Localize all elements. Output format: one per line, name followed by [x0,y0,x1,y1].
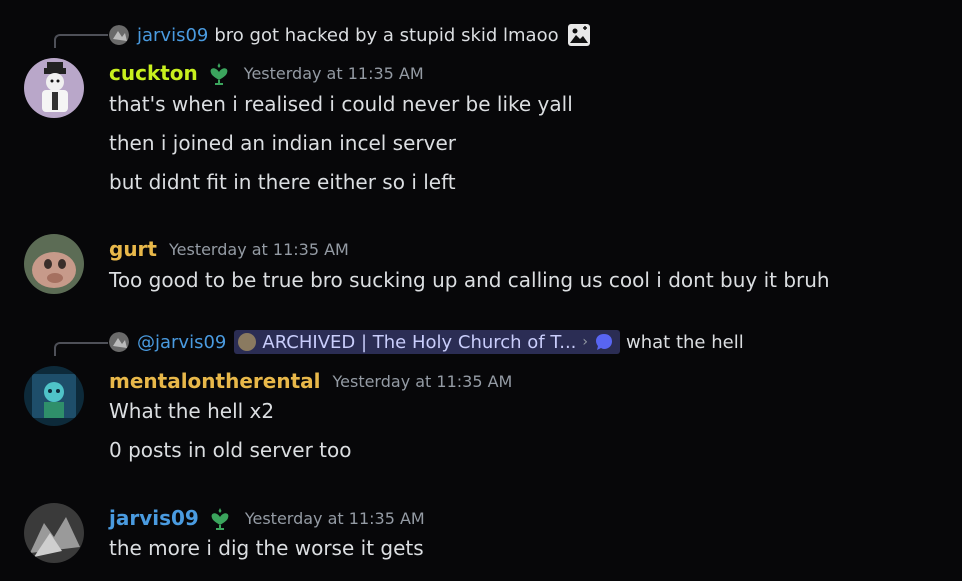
avatar[interactable] [24,366,84,426]
message-line: What the hell x2 [109,399,275,423]
message-line: Too good to be true bro sucking up and c… [109,268,830,292]
image-icon [567,23,591,47]
server-icon [238,333,257,351]
reply-author[interactable]: jarvis09 [137,25,208,46]
message-header: cuckton Yesterday at 11:35 AM [109,58,424,88]
username[interactable]: gurt [109,237,157,261]
message-line: the more i dig the worse it gets [109,536,424,560]
channel-name: ARCHIVED | The Holy Church of T... [262,331,577,353]
username[interactable]: jarvis09 [109,506,199,530]
message-header: mentalontherental Yesterday at 11:35 AM [109,366,512,396]
chat-bubble-icon [594,332,614,352]
reply-connector [54,34,108,48]
timestamp[interactable]: Yesterday at 11:35 AM [332,372,512,391]
username[interactable]: mentalontherental [109,369,320,393]
avatar[interactable] [24,234,84,294]
message-line: that's when i realised i could never be … [109,92,573,116]
timestamp[interactable]: Yesterday at 11:35 AM [244,64,424,83]
heart-plant-icon[interactable] [206,60,232,86]
message-line: but didnt fit in there either so i left [109,170,456,194]
message-line: 0 posts in old server too [109,438,352,462]
chevron-right-icon: › [582,334,589,350]
reply-text[interactable]: what the hell [626,332,744,353]
timestamp[interactable]: Yesterday at 11:35 AM [245,509,425,528]
message-header: jarvis09 Yesterday at 11:35 AM [109,503,425,533]
reply-preview[interactable]: @jarvis09 ARCHIVED | The Holy Church of … [109,330,744,354]
reply-preview[interactable]: jarvis09 bro got hacked by a stupid skid… [109,24,591,46]
timestamp[interactable]: Yesterday at 11:35 AM [169,240,349,259]
reply-avatar[interactable] [109,25,129,45]
heart-plant-icon[interactable] [207,505,233,531]
avatar[interactable] [24,503,84,563]
message-header: gurt Yesterday at 11:35 AM [109,234,349,264]
reply-text[interactable]: bro got hacked by a stupid skid lmaoo [214,25,558,46]
avatar[interactable] [24,58,84,118]
reply-connector [54,342,108,356]
channel-link[interactable]: ARCHIVED | The Holy Church of T... › [234,330,621,354]
reply-avatar[interactable] [109,332,129,352]
message-line: then i joined an indian incel server [109,131,456,155]
reply-mention[interactable]: @jarvis09 [137,332,226,353]
username[interactable]: cuckton [109,61,198,85]
